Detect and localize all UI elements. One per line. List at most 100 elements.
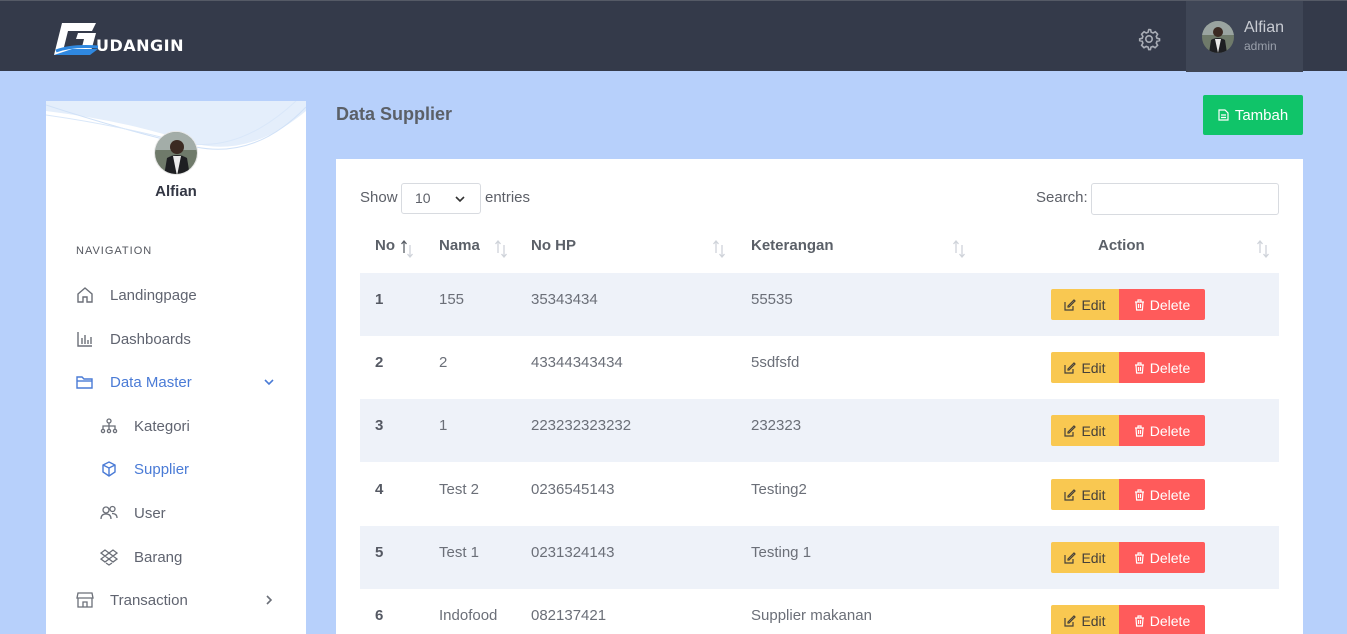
sidebar-item-label: Supplier <box>134 460 190 478</box>
trash-icon <box>1134 298 1144 311</box>
chevron-right-icon <box>266 595 273 605</box>
edit-label: Edit <box>1081 612 1106 629</box>
table-header: No Nama No HP Keterangan Action <box>360 231 1279 273</box>
cell-no-hp: 35343434 <box>531 291 598 308</box>
search-label: Search: <box>1036 189 1088 206</box>
user-name: Alfian <box>1244 19 1285 36</box>
cell-no: 6 <box>375 607 384 624</box>
cell-no: 4 <box>375 481 384 498</box>
sidebar-item-landingpage[interactable]: Landingpage <box>76 280 276 310</box>
app-logo[interactable]: UDANGIN <box>52 17 184 57</box>
profile-avatar <box>154 131 198 175</box>
cell-no-hp: 223232323232 <box>531 417 632 434</box>
cell-nama: Test 1 <box>439 544 480 561</box>
cell-no: 1 <box>375 291 384 308</box>
cell-no-hp: 0236545143 <box>531 481 615 498</box>
entries-label: entries <box>485 189 531 206</box>
sidebar-item-barang[interactable]: Barang <box>100 542 300 572</box>
chevron-down-icon <box>264 379 274 386</box>
table-row: 3 1 223232323232 232323 Edit Delete <box>360 399 1279 462</box>
column-header-no-hp[interactable]: No HP <box>531 237 576 254</box>
profile-name: Alfian <box>155 183 197 200</box>
gear-icon[interactable] <box>1137 27 1161 51</box>
sidebar-item-label: Landingpage <box>110 286 197 304</box>
delete-label: Delete <box>1149 296 1191 313</box>
edit-button[interactable]: Edit <box>1051 289 1119 320</box>
edit-icon <box>1064 424 1077 437</box>
edit-label: Edit <box>1081 549 1106 566</box>
sidebar-item-supplier[interactable]: Supplier <box>100 454 300 484</box>
sort-icon[interactable] <box>712 237 726 259</box>
edit-label: Edit <box>1081 486 1106 503</box>
cell-keterangan: 5sdfsfd <box>751 354 800 371</box>
logo-text: UDANGIN <box>96 36 185 55</box>
sidebar-item-label: Kategori <box>134 417 190 435</box>
page-size-select[interactable]: 10 <box>401 183 481 214</box>
bar-chart-icon <box>77 332 92 347</box>
trash-icon <box>1134 361 1144 374</box>
delete-label: Delete <box>1149 549 1191 566</box>
file-icon <box>1218 109 1229 121</box>
show-label: Show <box>360 189 398 206</box>
add-supplier-button[interactable]: Tambah <box>1203 95 1303 135</box>
delete-button[interactable]: Delete <box>1119 352 1205 383</box>
sidebar: Alfian NAVIGATION Landingpage Dashboards… <box>46 101 306 634</box>
delete-button[interactable]: Delete <box>1119 415 1205 446</box>
cube-icon <box>102 461 116 477</box>
column-header-action[interactable]: Action <box>1098 237 1145 254</box>
table-row: 4 Test 2 0236545143 Testing2 Edit Delete <box>360 463 1279 526</box>
sidebar-item-transaction[interactable]: Transaction <box>76 585 276 615</box>
trash-icon <box>1134 424 1144 437</box>
edit-icon <box>1064 614 1077 627</box>
delete-button[interactable]: Delete <box>1119 605 1205 634</box>
dropbox-icon <box>100 549 118 566</box>
column-header-keterangan[interactable]: Keterangan <box>751 237 834 254</box>
sidebar-item-dashboards[interactable]: Dashboards <box>76 324 276 354</box>
delete-button[interactable]: Delete <box>1119 542 1205 573</box>
sort-icon[interactable] <box>1256 237 1270 259</box>
column-header-nama[interactable]: Nama <box>439 237 480 254</box>
edit-button[interactable]: Edit <box>1051 479 1119 510</box>
cell-no: 5 <box>375 544 384 561</box>
supplier-table-card: Show 10 entries Search: No Nama No HP Ke… <box>336 159 1303 634</box>
cell-nama: 155 <box>439 291 465 308</box>
edit-icon <box>1064 361 1077 374</box>
sitemap-icon <box>100 418 118 434</box>
store-icon <box>76 592 94 608</box>
sort-icon[interactable] <box>494 237 508 259</box>
sidebar-item-label: Dashboards <box>110 330 191 348</box>
trash-icon <box>1134 614 1144 627</box>
edit-label: Edit <box>1081 422 1106 439</box>
cell-keterangan: Testing2 <box>751 481 807 498</box>
sidebar-item-data-master[interactable]: Data Master <box>76 367 276 397</box>
sidebar-item-kategori[interactable]: Kategori <box>100 411 300 441</box>
home-icon <box>77 287 93 303</box>
delete-button[interactable]: Delete <box>1119 289 1205 320</box>
user-menu[interactable]: Alfian admin <box>1186 1 1303 72</box>
cell-nama: 1 <box>439 417 448 434</box>
table-row: 1 155 35343434 55535 Edit Delete <box>360 273 1279 336</box>
table-row: 5 Test 1 0231324143 Testing 1 Edit Delete <box>360 526 1279 589</box>
edit-button[interactable]: Edit <box>1051 352 1119 383</box>
sidebar-item-user[interactable]: User <box>100 498 300 528</box>
delete-button[interactable]: Delete <box>1119 479 1205 510</box>
edit-icon <box>1064 488 1077 501</box>
search-input[interactable] <box>1091 183 1279 215</box>
cell-keterangan: Supplier makanan <box>751 607 872 624</box>
folder-icon <box>76 376 93 389</box>
edit-button[interactable]: Edit <box>1051 415 1119 446</box>
sort-icon[interactable] <box>952 237 966 259</box>
top-bar: UDANGIN Alfian admin <box>0 0 1347 72</box>
edit-button[interactable]: Edit <box>1051 542 1119 573</box>
column-header-no[interactable]: No <box>375 237 395 254</box>
edit-label: Edit <box>1081 296 1106 313</box>
cell-keterangan: 232323 <box>751 417 802 434</box>
sort-asc-icon[interactable] <box>400 237 414 259</box>
delete-label: Delete <box>1149 486 1191 503</box>
avatar <box>1202 21 1234 53</box>
edit-button[interactable]: Edit <box>1051 605 1119 634</box>
chevron-down-icon <box>455 196 465 203</box>
page-title: Data Supplier <box>336 104 453 124</box>
cell-no: 2 <box>375 354 384 371</box>
cell-nama: Test 2 <box>439 481 480 498</box>
